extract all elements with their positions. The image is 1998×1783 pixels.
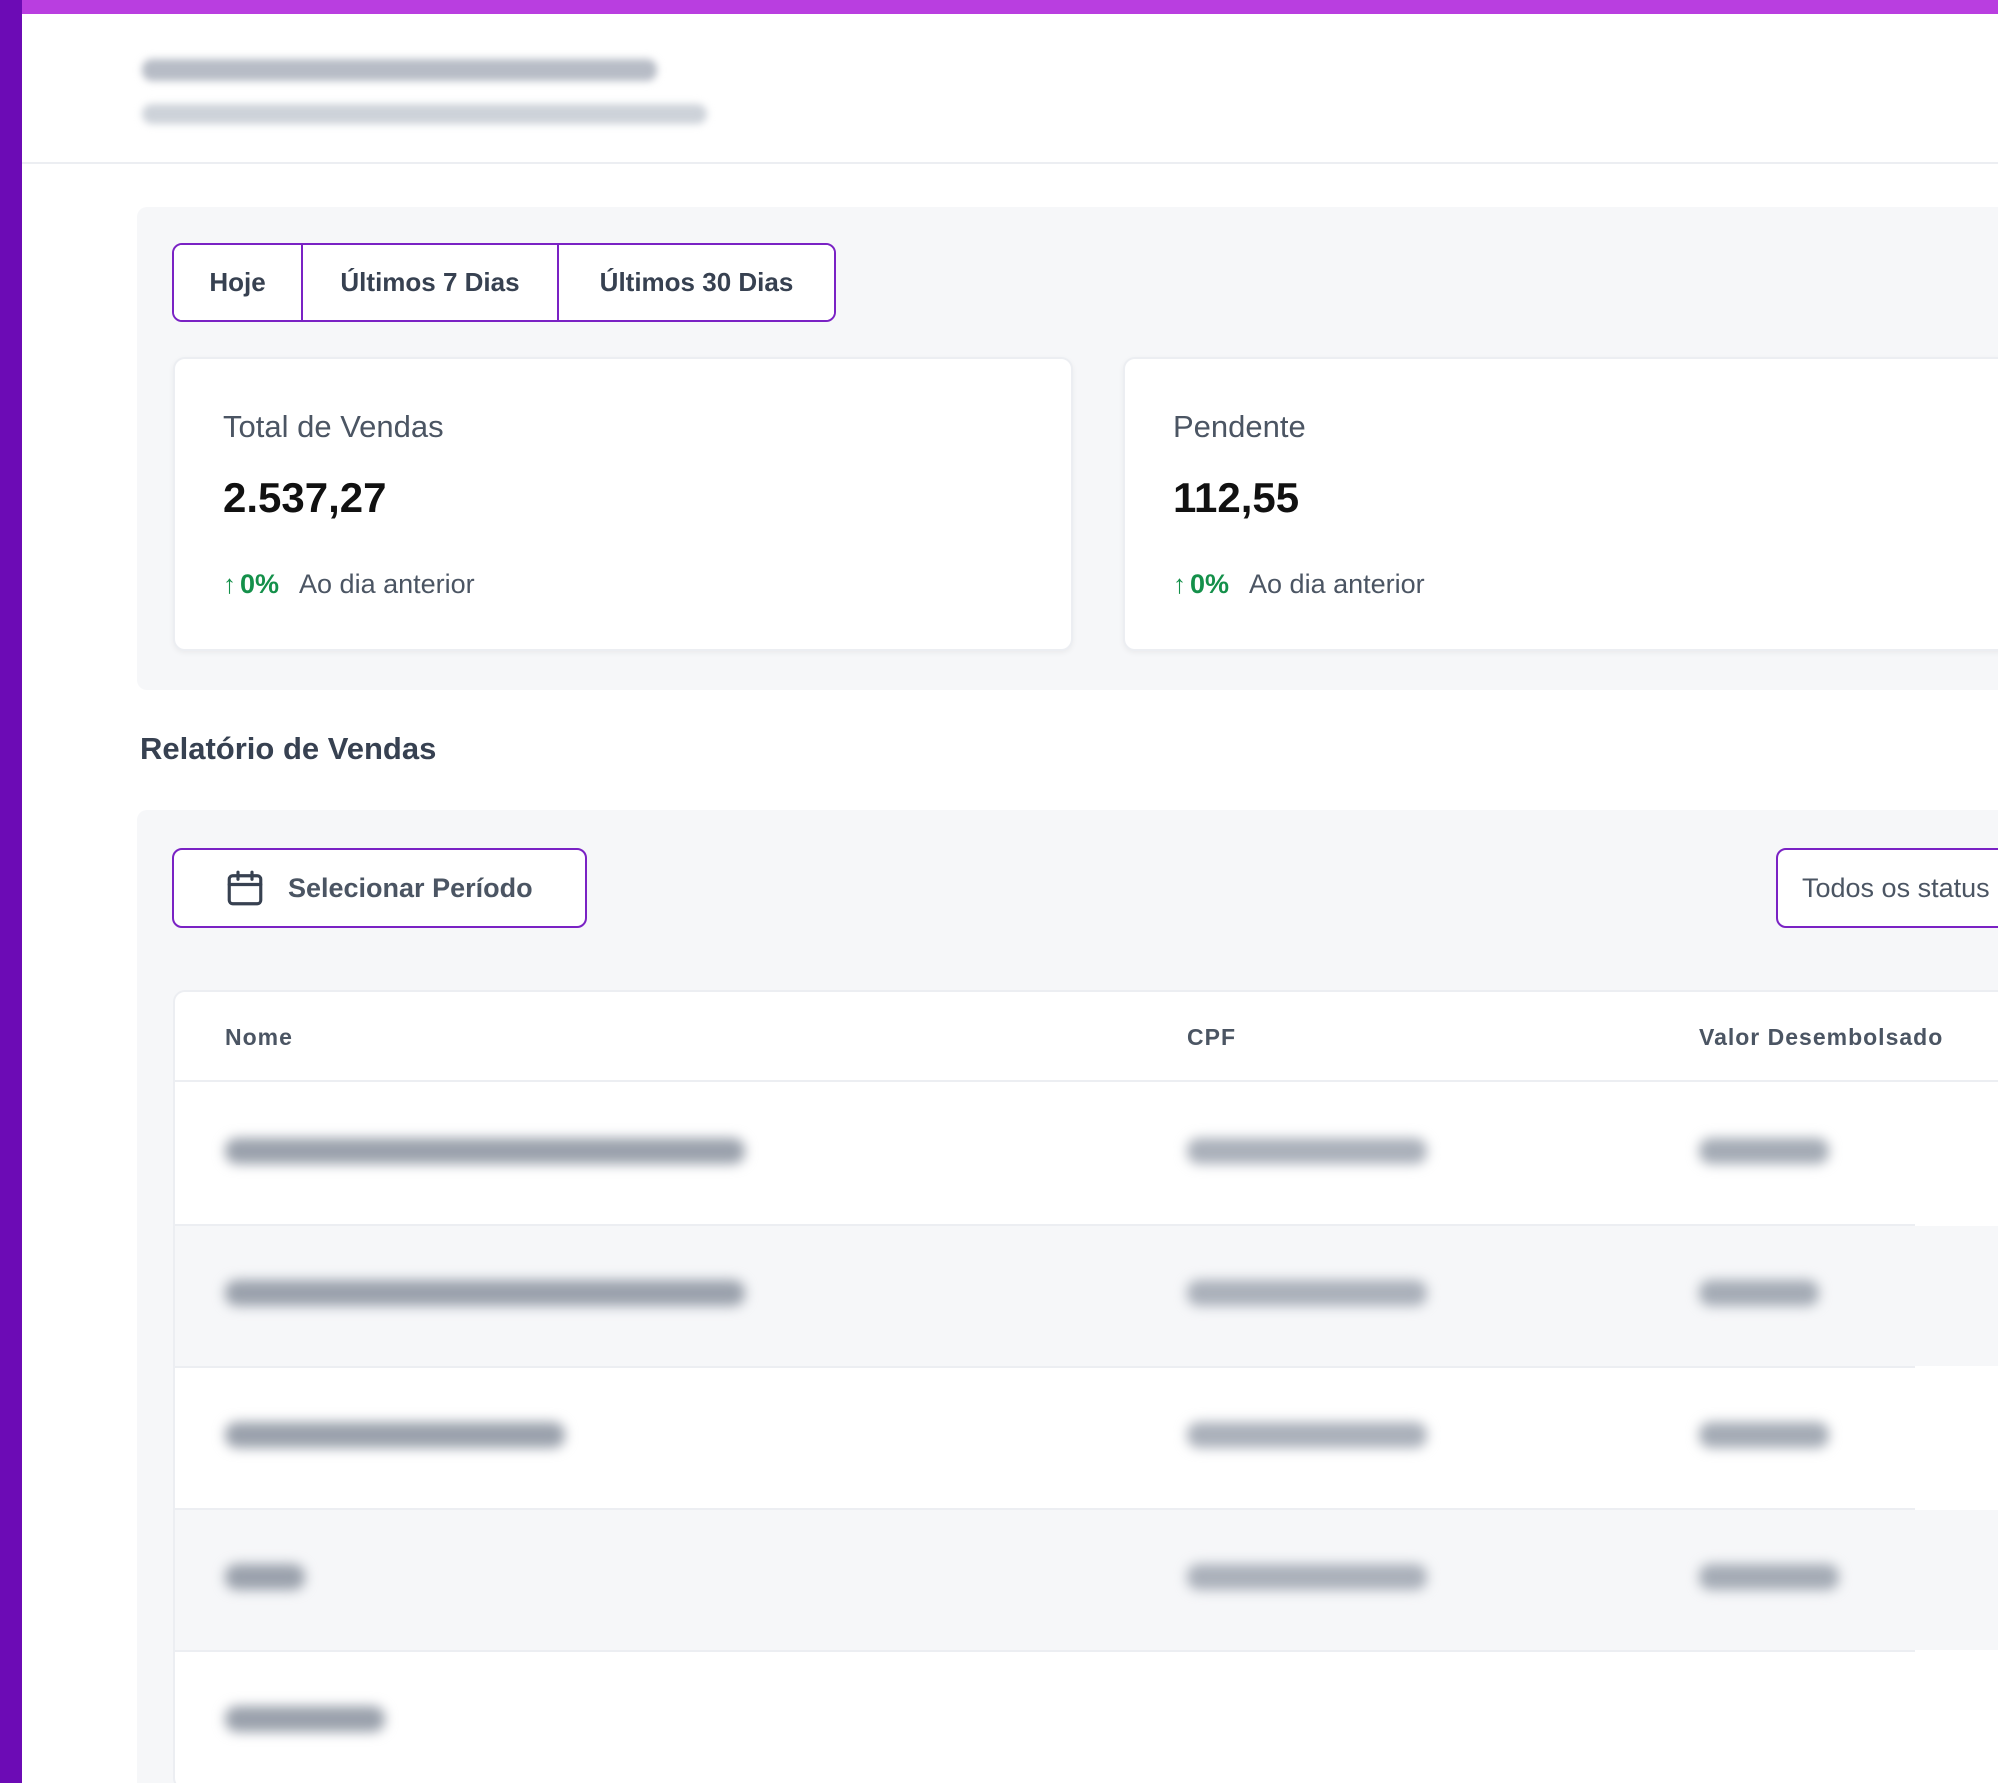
table-row[interactable]	[175, 1368, 1998, 1508]
pending-card: Pendente 112,55 ↑ 0% Ao dia anterior	[1123, 357, 1998, 651]
trend-percent: 0%	[240, 569, 280, 599]
sales-table: Nome CPF Valor Desembolsado	[173, 990, 1998, 1783]
total-sales-card: Total de Vendas 2.537,27 ↑ 0% Ao dia ant…	[173, 357, 1073, 651]
trend-label: Ao dia anterior	[299, 569, 475, 599]
table-row[interactable]	[175, 1510, 1998, 1650]
cpf-cell-blurred	[1187, 1422, 1427, 1448]
user-name-blurred	[142, 59, 657, 81]
user-header	[22, 14, 1998, 164]
column-header-nome: Nome	[225, 1024, 293, 1050]
card-trend: ↑ 0% Ao dia anterior	[1173, 569, 1425, 600]
cpf-cell-blurred	[1187, 1138, 1427, 1164]
column-header-valor: Valor Desembolsado	[1699, 1024, 1944, 1050]
table-header: Nome CPF Valor Desembolsado	[175, 992, 1998, 1082]
value-cell-blurred	[1699, 1564, 1839, 1590]
card-label: Pendente	[1173, 409, 1306, 444]
card-value: 2.537,27	[223, 474, 387, 521]
trend-percent: 0%	[1190, 569, 1230, 599]
tab-last-7-days[interactable]: Últimos 7 Dias	[301, 245, 557, 320]
status-filter-select[interactable]: Todos os status	[1776, 848, 1998, 928]
tab-today[interactable]: Hoje	[174, 245, 301, 320]
name-cell-blurred	[225, 1706, 385, 1732]
arrow-up-icon: ↑	[1173, 569, 1186, 599]
name-cell-blurred	[225, 1280, 745, 1306]
name-cell-blurred	[225, 1564, 305, 1590]
report-title: Relatório de Vendas	[140, 731, 437, 766]
table-row[interactable]	[175, 1652, 1998, 1783]
arrow-up-icon: ↑	[223, 569, 236, 599]
column-header-cpf: CPF	[1187, 1024, 1236, 1050]
card-label: Total de Vendas	[223, 409, 444, 444]
name-cell-blurred	[225, 1422, 565, 1448]
select-period-button[interactable]: Selecionar Período	[172, 848, 587, 928]
value-cell-blurred	[1699, 1280, 1819, 1306]
sidebar	[0, 0, 22, 1783]
card-trend: ↑ 0% Ao dia anterior	[223, 569, 475, 600]
top-accent-line	[22, 0, 1998, 14]
table-row[interactable]	[175, 1084, 1998, 1224]
cpf-cell-blurred	[1187, 1280, 1427, 1306]
value-cell-blurred	[1699, 1138, 1829, 1164]
table-row[interactable]	[175, 1226, 1998, 1366]
value-cell-blurred	[1699, 1422, 1829, 1448]
calendar-icon	[227, 870, 263, 906]
card-value: 112,55	[1173, 474, 1300, 521]
tab-last-30-days[interactable]: Últimos 30 Dias	[557, 245, 834, 320]
trend-label: Ao dia anterior	[1249, 569, 1425, 599]
period-tabs: Hoje Últimos 7 Dias Últimos 30 Dias	[172, 243, 836, 322]
user-email-blurred	[142, 104, 707, 124]
name-cell-blurred	[225, 1138, 745, 1164]
cpf-cell-blurred	[1187, 1564, 1427, 1590]
select-period-label: Selecionar Período	[288, 872, 533, 903]
